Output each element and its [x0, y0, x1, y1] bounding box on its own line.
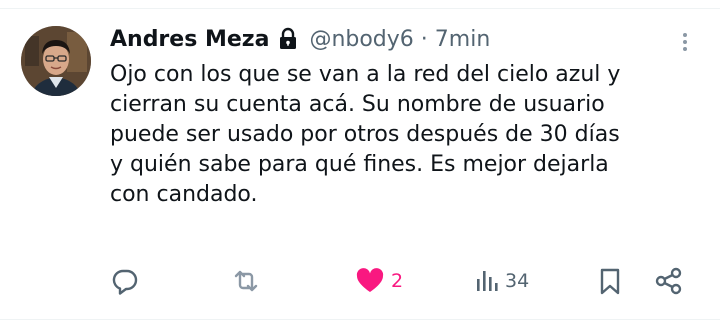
tweet-text: Ojo con los que se van a la red del ciel… — [110, 62, 621, 207]
more-options-icon[interactable] — [676, 30, 694, 54]
heart-filled-icon — [355, 267, 385, 295]
lock-icon — [277, 27, 299, 51]
timestamp[interactable]: 7min — [435, 27, 490, 52]
views-icon — [475, 267, 499, 295]
like-button[interactable]: 2 — [355, 264, 403, 298]
views-button[interactable]: 34 — [475, 264, 529, 298]
bookmark-icon — [598, 267, 622, 295]
like-count: 2 — [391, 270, 404, 292]
repost-icon — [231, 267, 261, 295]
avatar[interactable] — [21, 26, 91, 96]
separator-dot: · — [420, 26, 428, 52]
top-divider — [0, 8, 720, 9]
bookmark-button[interactable] — [598, 264, 622, 298]
tweet-header: Andres Meza @nbody6 · 7min — [110, 22, 490, 56]
reply-button[interactable] — [111, 264, 139, 298]
views-count: 34 — [505, 270, 530, 292]
reply-icon — [111, 267, 139, 295]
share-button[interactable] — [654, 264, 684, 298]
user-handle[interactable]: @nbody6 — [309, 27, 413, 52]
share-icon — [654, 267, 684, 295]
repost-button[interactable] — [231, 264, 261, 298]
bottom-divider — [0, 319, 720, 320]
display-name[interactable]: Andres Meza — [110, 27, 269, 52]
